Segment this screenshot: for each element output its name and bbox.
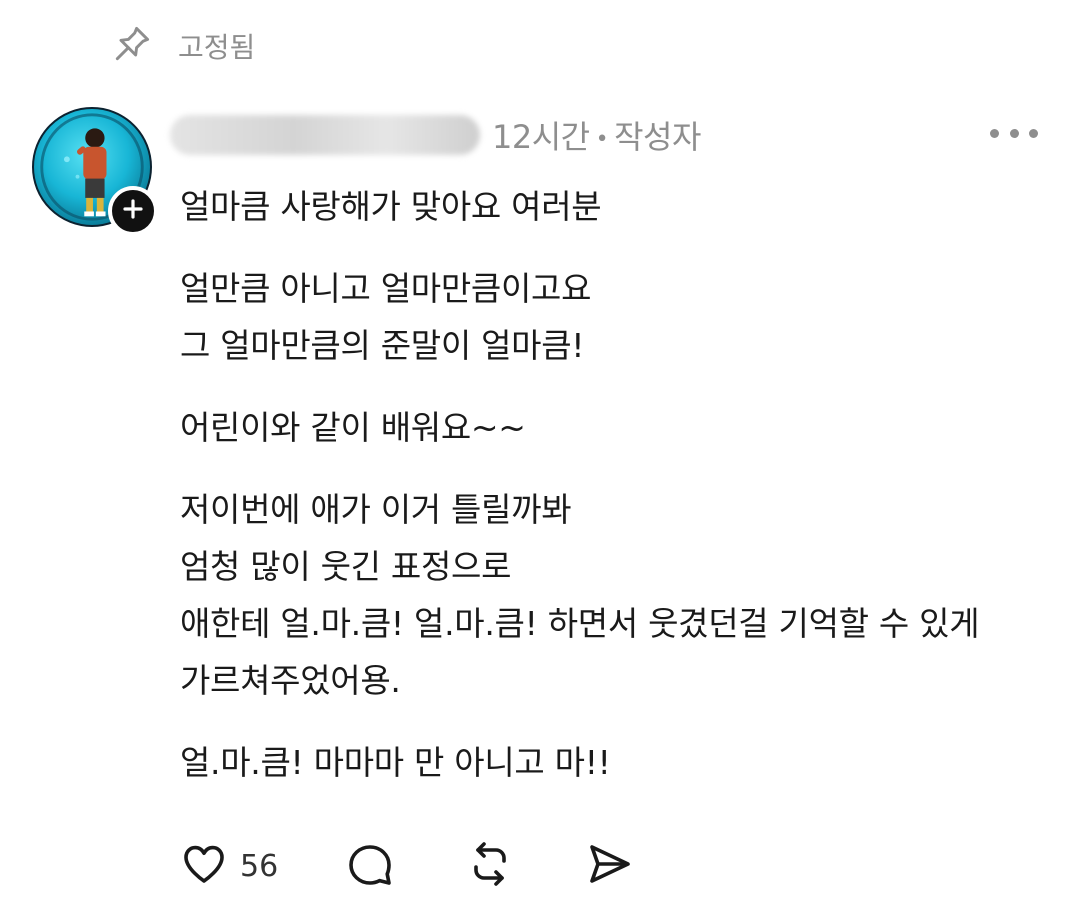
author-tag: 작성자 xyxy=(614,118,701,156)
repost-icon xyxy=(466,840,514,892)
post-line: 애한테 얼.마.큼! 얼.마.큼! 하면서 웃겼던걸 기억할 수 있게 xyxy=(180,604,980,643)
plus-icon xyxy=(121,197,145,225)
like-button[interactable]: 56 xyxy=(180,840,278,892)
heart-icon xyxy=(180,840,228,892)
post-line: 어린이와 같이 배워요~~ xyxy=(180,408,526,447)
more-dot xyxy=(1029,128,1038,138)
username-blurred[interactable] xyxy=(170,115,480,155)
pinned-indicator: 고정됨 xyxy=(110,25,255,67)
post-line: 얼.마.큼! 마마마 만 아니고 마!! xyxy=(180,743,611,782)
post-meta: 12시간 • 작성자 xyxy=(492,112,701,158)
post-line: 얼마큼 사랑해가 맞아요 여러분 xyxy=(180,187,602,226)
send-icon xyxy=(585,840,633,892)
like-count: 56 xyxy=(240,848,279,884)
post-header: 12시간 • 작성자 xyxy=(170,108,701,162)
reply-button[interactable] xyxy=(346,840,394,892)
follow-button[interactable] xyxy=(108,186,158,236)
comment-icon xyxy=(346,840,394,892)
post-line: 저이번에 애가 이거 틀릴까봐 xyxy=(180,490,572,529)
more-dot xyxy=(990,128,999,138)
repost-button[interactable] xyxy=(466,840,514,892)
meta-separator: • xyxy=(595,126,609,152)
more-dot xyxy=(1009,128,1019,138)
post-line: 가르쳐주었어용. xyxy=(180,661,401,700)
pinned-label: 고정됨 xyxy=(178,31,256,64)
share-button[interactable] xyxy=(585,840,633,892)
post-line: 그 얼마만큼의 준말이 얼마큼! xyxy=(180,326,585,365)
post-line: 엄청 많이 웃긴 표정으로 xyxy=(180,547,512,586)
more-button[interactable] xyxy=(990,120,1038,146)
post-line: 얼만큼 아니고 얼마만큼이고요 xyxy=(180,269,592,308)
post-time[interactable]: 12시간 xyxy=(492,118,590,156)
action-bar: 56 xyxy=(180,840,650,892)
pin-icon xyxy=(110,22,154,70)
post-body: 얼마큼 사랑해가 맞아요 여러분 얼만큼 아니고 얼마만큼이고요 그 얼마만큼의… xyxy=(180,178,1060,791)
